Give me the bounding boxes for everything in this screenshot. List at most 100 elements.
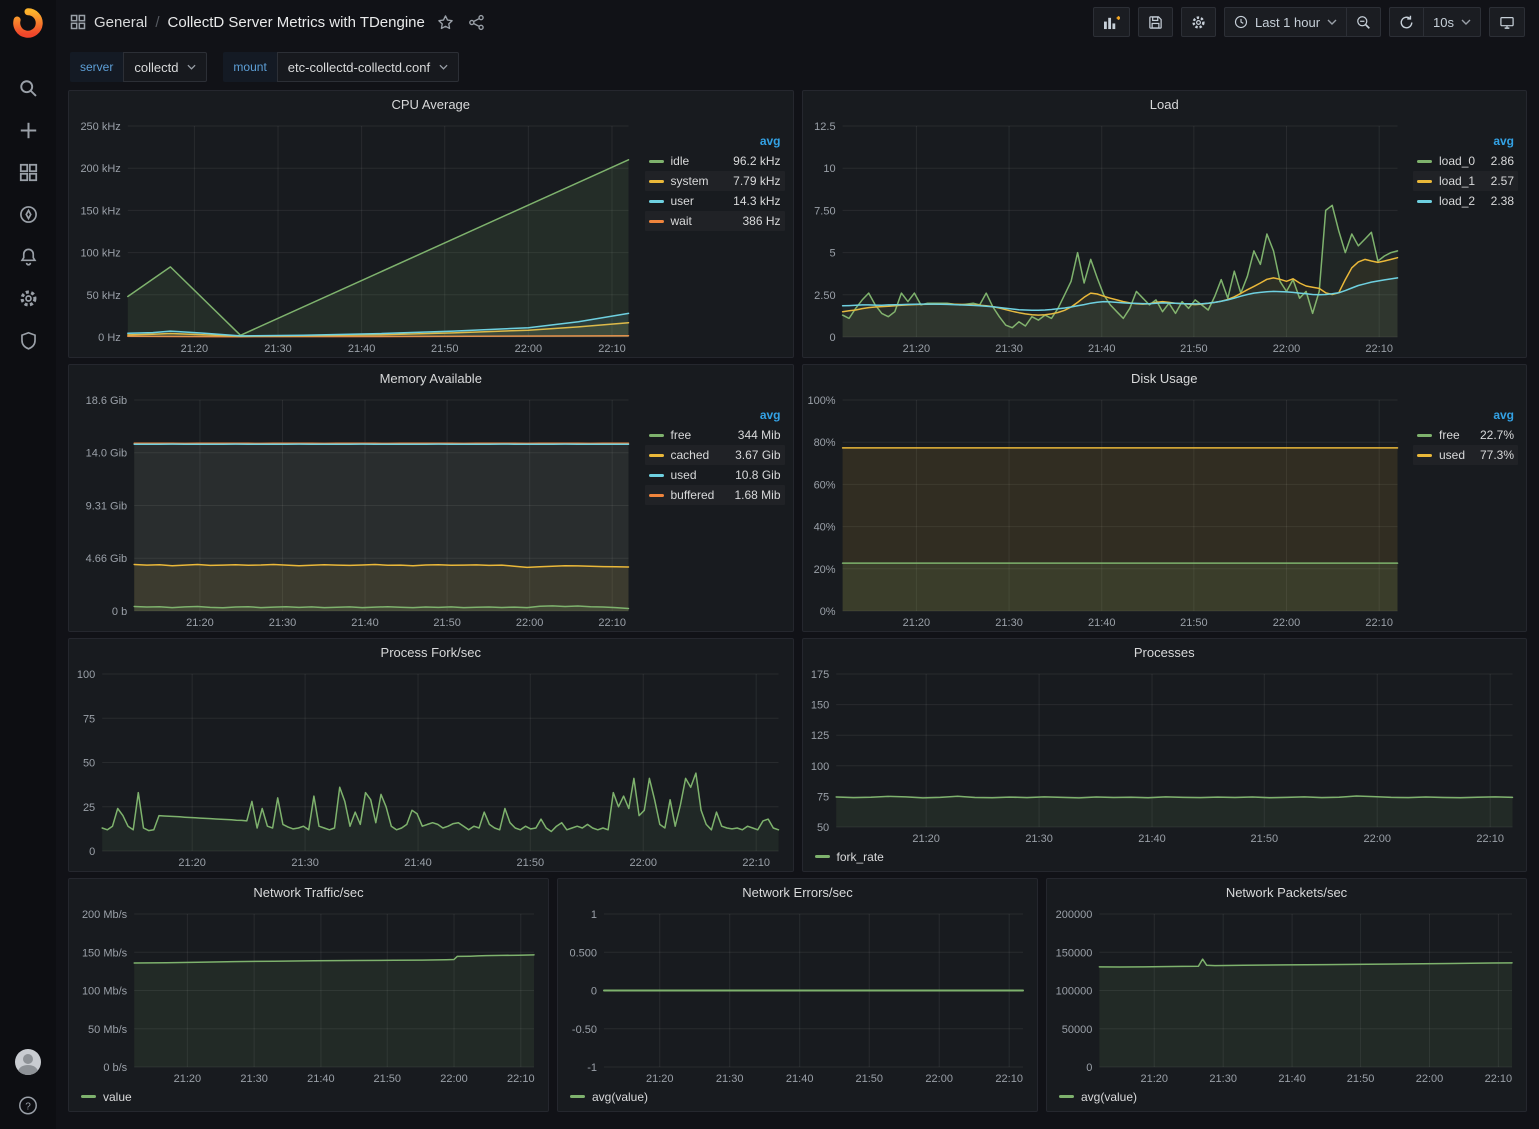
create-plus-icon[interactable] — [18, 120, 38, 140]
network-traffic-chart[interactable]: 0 b/s50 Mb/s100 Mb/s150 Mb/s200 Mb/s21:2… — [69, 905, 548, 1087]
star-dashboard-button[interactable] — [435, 12, 456, 33]
dashboard-title[interactable]: CollectD Server Metrics with TDengine — [168, 14, 425, 31]
refresh-button[interactable] — [1389, 7, 1424, 37]
dashboards-icon[interactable] — [18, 162, 38, 182]
help-icon[interactable]: ? — [18, 1095, 38, 1115]
grafana-app: ? General / CollectD Server Metrics with… — [0, 0, 1539, 1129]
legend-item-load_0[interactable]: load_02.86 — [1413, 151, 1518, 171]
series-name[interactable]: cached — [671, 448, 710, 462]
panel-title-network-traffic[interactable]: Network Traffic/sec — [69, 879, 548, 905]
series-name[interactable]: value — [103, 1090, 132, 1104]
load-legend: avgload_02.86load_12.57load_22.38 — [1411, 117, 1526, 357]
svg-text:100 kHz: 100 kHz — [80, 248, 120, 260]
legend-item-used[interactable]: used10.8 Gib — [645, 465, 785, 485]
network-errors-chart[interactable]: -1-0.5000.500121:2021:3021:4021:5022:002… — [558, 905, 1037, 1087]
svg-text:0.500: 0.500 — [569, 947, 597, 959]
panel-process-fork: Process Fork/sec 025507510021:2021:3021:… — [68, 638, 794, 872]
series-name[interactable]: used — [1439, 448, 1465, 462]
panel-title-memory-available[interactable]: Memory Available — [69, 365, 793, 391]
svg-text:21:50: 21:50 — [1180, 343, 1208, 355]
series-color-dash — [649, 454, 664, 457]
series-name[interactable]: free — [671, 428, 692, 442]
configuration-gear-icon[interactable] — [18, 288, 38, 308]
time-range-picker[interactable]: Last 1 hour — [1224, 7, 1347, 37]
svg-text:14.0 Gib: 14.0 Gib — [86, 448, 128, 460]
series-free — [134, 606, 628, 611]
panel-processes: Processes 507510012515017521:2021:3021:4… — [802, 638, 1528, 872]
disk-usage-chart[interactable]: 0%20%40%60%80%100%21:2021:3021:4021:5022… — [803, 391, 1412, 631]
series-name[interactable]: avg(value) — [1081, 1090, 1137, 1104]
series-name[interactable]: buffered — [671, 488, 715, 502]
svg-text:50: 50 — [83, 758, 95, 770]
search-icon[interactable] — [18, 78, 38, 98]
legend-item-cached[interactable]: cached3.67 Gib — [645, 445, 785, 465]
svg-text:?: ? — [25, 1101, 31, 1112]
panel-title-load[interactable]: Load — [803, 91, 1527, 117]
panel-title-disk-usage[interactable]: Disk Usage — [803, 365, 1527, 391]
svg-text:21:40: 21:40 — [351, 617, 379, 629]
svg-text:100 Mb/s: 100 Mb/s — [82, 986, 128, 998]
chevron-down-icon — [1327, 19, 1337, 25]
share-dashboard-button[interactable] — [466, 12, 487, 33]
series-name[interactable]: load_1 — [1439, 174, 1475, 188]
variable-mount-dropdown[interactable]: etc-collectd-collectd.conf — [277, 52, 459, 82]
legend-item-idle[interactable]: idle96.2 kHz — [645, 151, 785, 171]
svg-text:60%: 60% — [813, 479, 835, 491]
explore-compass-icon[interactable] — [18, 204, 38, 224]
network-traffic-legend[interactable]: value — [69, 1087, 548, 1111]
processes-legend[interactable]: fork_rate — [803, 847, 1527, 871]
svg-text:0 b: 0 b — [112, 606, 127, 618]
time-range-label: Last 1 hour — [1255, 15, 1320, 30]
series-name[interactable]: load_0 — [1439, 154, 1475, 168]
network-packets-chart[interactable]: 05000010000015000020000021:2021:3021:402… — [1047, 905, 1526, 1087]
breadcrumb-folder[interactable]: General — [94, 14, 147, 31]
save-dashboard-button[interactable] — [1138, 7, 1173, 37]
cpu-average-chart[interactable]: 0 Hz50 kHz100 kHz150 kHz200 kHz250 kHz21… — [69, 117, 643, 357]
series-name[interactable]: wait — [671, 214, 692, 228]
series-name[interactable]: load_2 — [1439, 194, 1475, 208]
zoom-out-time-button[interactable] — [1346, 7, 1381, 37]
load-chart[interactable]: 02.5057.501012.521:2021:3021:4021:5022:0… — [803, 117, 1412, 357]
legend-item-free[interactable]: free344 Mib — [645, 425, 785, 445]
legend-item-free[interactable]: free22.7% — [1413, 425, 1518, 445]
alerting-bell-icon[interactable] — [18, 246, 38, 266]
series-name[interactable]: fork_rate — [837, 850, 884, 864]
panel-title-cpu-average[interactable]: CPU Average — [69, 91, 793, 117]
user-avatar[interactable] — [15, 1049, 41, 1075]
variable-server-dropdown[interactable]: collectd — [123, 52, 207, 82]
process-fork-chart[interactable]: 025507510021:2021:3021:4021:5022:0022:10 — [69, 665, 793, 871]
series-name[interactable]: avg(value) — [592, 1090, 648, 1104]
legend-item-load_1[interactable]: load_12.57 — [1413, 171, 1518, 191]
series-name[interactable]: used — [671, 468, 697, 482]
svg-text:150: 150 — [810, 700, 828, 712]
legend-item-wait[interactable]: wait386 Hz — [645, 211, 785, 231]
cycle-view-mode-button[interactable] — [1489, 7, 1525, 37]
legend-item-buffered[interactable]: buffered1.68 Mib — [645, 485, 785, 505]
panel-title-process-fork[interactable]: Process Fork/sec — [69, 639, 793, 665]
grafana-logo[interactable] — [13, 8, 43, 38]
svg-text:21:30: 21:30 — [240, 1073, 268, 1085]
svg-text:40%: 40% — [813, 522, 835, 534]
server-admin-shield-icon[interactable] — [18, 330, 38, 350]
series-name[interactable]: system — [671, 174, 709, 188]
panel-title-processes[interactable]: Processes — [803, 639, 1527, 665]
memory-available-chart[interactable]: 0 b4.66 Gib9.31 Gib14.0 Gib18.6 Gib21:20… — [69, 391, 643, 631]
legend-item-used[interactable]: used77.3% — [1413, 445, 1518, 465]
network-errors-legend[interactable]: avg(value) — [558, 1087, 1037, 1111]
legend-item-user[interactable]: user14.3 kHz — [645, 191, 785, 211]
legend-item-system[interactable]: system7.79 kHz — [645, 171, 785, 191]
refresh-interval-dropdown[interactable]: 10s — [1423, 7, 1481, 37]
series-name[interactable]: idle — [671, 154, 690, 168]
legend-item-load_2[interactable]: load_22.38 — [1413, 191, 1518, 211]
chevron-down-icon — [439, 64, 448, 70]
svg-text:21:20: 21:20 — [646, 1073, 674, 1085]
dashboard-settings-button[interactable] — [1181, 7, 1216, 37]
panel-title-network-packets[interactable]: Network Packets/sec — [1047, 879, 1526, 905]
processes-chart[interactable]: 507510012515017521:2021:3021:4021:5022:0… — [803, 665, 1527, 847]
network-packets-legend[interactable]: avg(value) — [1047, 1087, 1526, 1111]
series-name[interactable]: user — [671, 194, 694, 208]
panel-title-network-errors[interactable]: Network Errors/sec — [558, 879, 1037, 905]
add-panel-button[interactable] — [1093, 7, 1130, 37]
svg-text:21:40: 21:40 — [786, 1073, 814, 1085]
series-name[interactable]: free — [1439, 428, 1460, 442]
